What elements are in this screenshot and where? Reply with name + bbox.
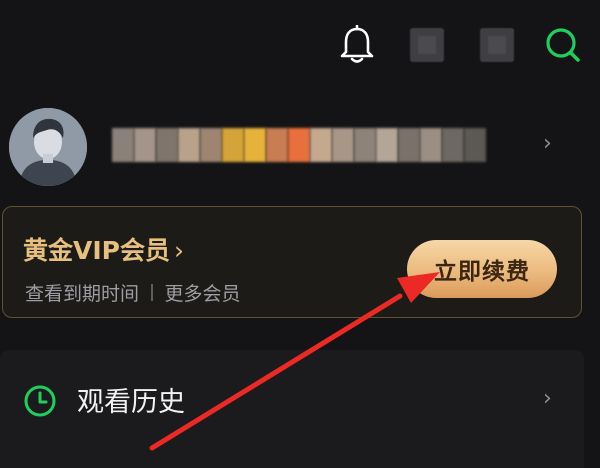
blurred-icon[interactable]	[404, 22, 450, 68]
divider	[151, 284, 153, 301]
chevron-right-icon: ›	[543, 386, 552, 411]
watch-history-label: 观看历史	[77, 387, 185, 418]
redacted-icon-placeholder	[480, 28, 514, 62]
clock-icon	[24, 385, 56, 417]
expiry-link[interactable]: 查看到期时间	[25, 279, 139, 306]
vip-card[interactable]: 黄金VIP会员 › 查看到期时间 更多会员 立即续费	[2, 206, 582, 318]
top-bar	[0, 0, 600, 92]
chevron-right-icon: ›	[543, 131, 552, 156]
watch-history-row[interactable]: 观看历史 ›	[0, 350, 584, 468]
more-membership-link[interactable]: 更多会员	[165, 279, 241, 306]
blurred-icon[interactable]	[474, 22, 520, 68]
chevron-right-icon: ›	[173, 236, 184, 265]
search-icon[interactable]	[540, 22, 586, 68]
avatar[interactable]	[9, 108, 87, 186]
bell-icon[interactable]	[334, 22, 380, 68]
vip-links: 查看到期时间 更多会员	[25, 279, 241, 306]
profile-row[interactable]: ›	[0, 100, 600, 192]
username-redacted	[112, 128, 486, 162]
redacted-icon-placeholder	[410, 28, 444, 62]
vip-title[interactable]: 黄金VIP会员 ›	[23, 231, 184, 267]
renew-button[interactable]: 立即续费	[407, 240, 557, 298]
user-silhouette-icon	[9, 108, 87, 186]
vip-title-text: 黄金VIP会员	[23, 236, 170, 265]
